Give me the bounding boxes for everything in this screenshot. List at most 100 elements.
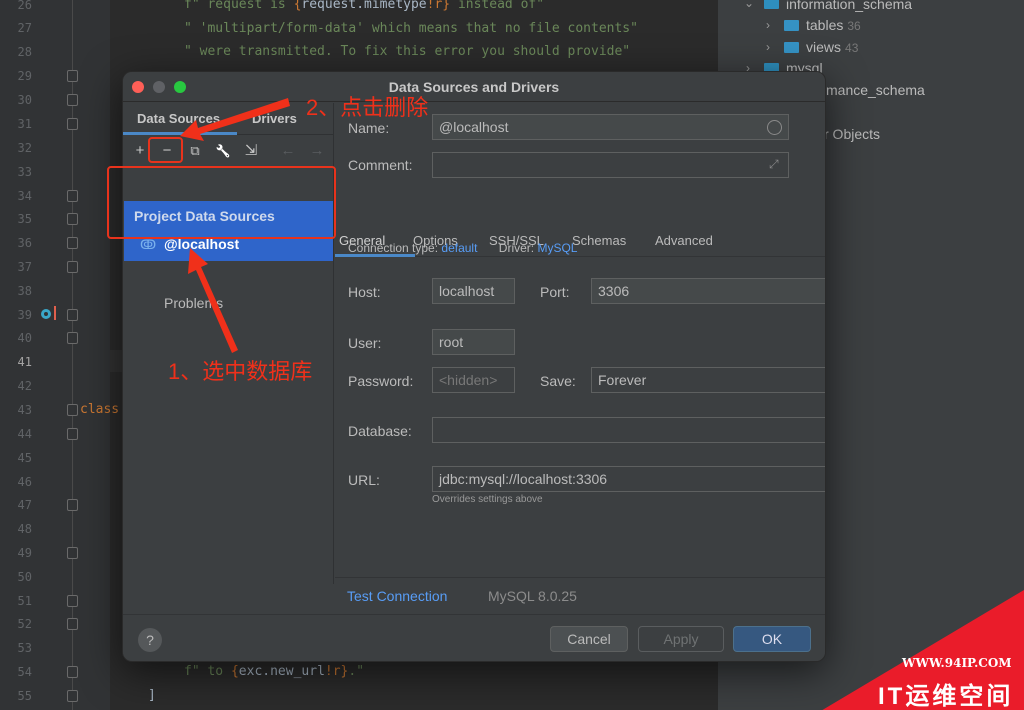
help-button[interactable]: ? <box>138 628 162 652</box>
fold-icon[interactable] <box>67 690 78 702</box>
override-gutter-icon[interactable] <box>41 309 51 319</box>
code-line: f" request is {request.mimetype!r} inste… <box>184 0 545 12</box>
dialog-footer: ? Cancel Apply OK <box>123 614 825 661</box>
left-tabs: Data Sources Drivers <box>123 103 334 135</box>
save-password-select[interactable]: Forever <box>591 367 825 393</box>
database-input[interactable] <box>432 417 825 443</box>
line-number-current: 41 <box>17 355 32 369</box>
line-number: 52 <box>17 617 32 631</box>
line-number: 34 <box>17 189 32 203</box>
url-input[interactable]: jdbc:mysql://localhost:3306 <box>432 466 825 492</box>
annotation-box-datasource <box>107 166 336 239</box>
user-input[interactable]: root <box>432 329 515 355</box>
line-number: 51 <box>17 594 32 608</box>
expand-icon[interactable]: ⤢ <box>769 157 779 172</box>
line-number: 43 <box>17 403 32 417</box>
add-icon[interactable]: + <box>130 141 150 161</box>
tree-item-information-schema[interactable]: information_schema <box>786 0 912 12</box>
folder-icon <box>784 42 799 53</box>
tab-drivers[interactable]: Drivers <box>252 111 297 126</box>
url-label: URL: <box>348 472 380 488</box>
fold-icon[interactable] <box>67 94 78 106</box>
line-number: 55 <box>17 689 32 703</box>
import-icon[interactable]: ⇲ <box>241 141 261 161</box>
duplicate-icon[interactable]: ⧉ <box>185 141 205 161</box>
fold-icon[interactable] <box>67 595 78 607</box>
line-number: 40 <box>17 331 32 345</box>
test-connection-bar: Test Connection MySQL 8.0.25 <box>335 577 825 614</box>
name-input[interactable]: @localhost <box>432 114 789 140</box>
code-line: " were transmitted. To fix this error yo… <box>184 44 631 59</box>
port-label: Port: <box>540 284 570 300</box>
fold-icon[interactable] <box>67 547 78 559</box>
cancel-button[interactable]: Cancel <box>550 626 628 652</box>
fold-icon[interactable] <box>67 213 78 225</box>
line-number: 28 <box>17 45 32 59</box>
watermark-url: WWW.94IP.COM <box>902 656 1012 670</box>
tab-data-sources[interactable]: Data Sources <box>137 111 220 126</box>
code-line: ] <box>148 688 156 703</box>
fold-icon[interactable] <box>67 499 78 511</box>
line-number: 46 <box>17 475 32 489</box>
fold-icon[interactable] <box>67 618 78 630</box>
host-label: Host: <box>348 284 381 300</box>
server-version: MySQL 8.0.25 <box>488 588 577 604</box>
dialog-title: Data Sources and Drivers <box>388 79 560 95</box>
tree-item-views[interactable]: views 43 <box>806 39 858 55</box>
fold-icon[interactable] <box>67 261 78 273</box>
line-number: 27 <box>17 21 32 35</box>
fold-icon[interactable] <box>67 404 78 416</box>
back-arrow-icon[interactable]: ← <box>278 141 298 161</box>
line-number: 45 <box>17 451 32 465</box>
code-line: f" to {exc.new_url!r}." <box>184 664 365 679</box>
fold-icon[interactable] <box>67 666 78 678</box>
connection-type-row: Connection type: default Driver: MySQL <box>348 241 578 255</box>
comment-input[interactable] <box>432 152 789 178</box>
tab-schemas[interactable]: Schemas <box>572 233 626 248</box>
line-number: 39 <box>17 308 32 322</box>
annotation-box-remove <box>148 137 183 163</box>
dialog-titlebar[interactable]: Data Sources and Drivers <box>123 72 825 102</box>
chevron-right-icon[interactable]: › <box>766 40 770 54</box>
code-line: class <box>80 402 120 417</box>
password-input[interactable]: <hidden> <box>432 367 515 393</box>
line-number: 33 <box>17 165 32 179</box>
name-label: Name: <box>348 120 390 136</box>
port-input[interactable]: 3306 <box>591 278 825 304</box>
color-picker-icon[interactable] <box>767 120 782 135</box>
fold-icon[interactable] <box>67 190 78 202</box>
tab-advanced[interactable]: Advanced <box>655 233 713 248</box>
chevron-right-icon[interactable]: › <box>766 18 770 32</box>
line-number: 44 <box>17 427 32 441</box>
chevron-down-icon[interactable]: ⌄ <box>744 0 754 10</box>
driver-link[interactable]: MySQL <box>537 241 577 255</box>
fold-icon[interactable] <box>67 70 78 82</box>
implements-gutter-icon[interactable] <box>54 306 56 320</box>
line-number: 36 <box>17 236 32 250</box>
comment-label: Comment: <box>348 157 413 173</box>
tree-item-performance-schema[interactable]: mance_schema <box>826 82 925 98</box>
problems-item[interactable]: Problems <box>164 295 223 311</box>
tree-item-server-objects[interactable]: r Objects <box>824 126 880 142</box>
line-number: 31 <box>17 117 32 131</box>
url-hint: Overrides settings above <box>432 494 543 505</box>
test-connection-link[interactable]: Test Connection <box>347 588 447 604</box>
forward-arrow-icon[interactable]: → <box>307 141 327 161</box>
host-input[interactable]: localhost <box>432 278 515 304</box>
wrench-icon[interactable]: 🔧 <box>213 141 233 161</box>
folder-icon <box>784 20 799 31</box>
fold-icon[interactable] <box>67 332 78 344</box>
apply-button[interactable]: Apply <box>638 626 724 652</box>
save-label: Save: <box>540 373 576 389</box>
watermark-name: IT运维空间 <box>878 683 1014 710</box>
fold-icon[interactable] <box>67 118 78 130</box>
fold-icon[interactable] <box>67 428 78 440</box>
line-number: 42 <box>17 379 32 393</box>
line-number: 30 <box>17 93 32 107</box>
fold-icon[interactable] <box>67 237 78 249</box>
line-number: 37 <box>17 260 32 274</box>
user-label: User: <box>348 335 382 351</box>
connection-type-link[interactable]: default <box>441 241 477 255</box>
fold-icon[interactable] <box>67 309 78 321</box>
tree-item-tables[interactable]: tables 36 <box>806 17 861 33</box>
